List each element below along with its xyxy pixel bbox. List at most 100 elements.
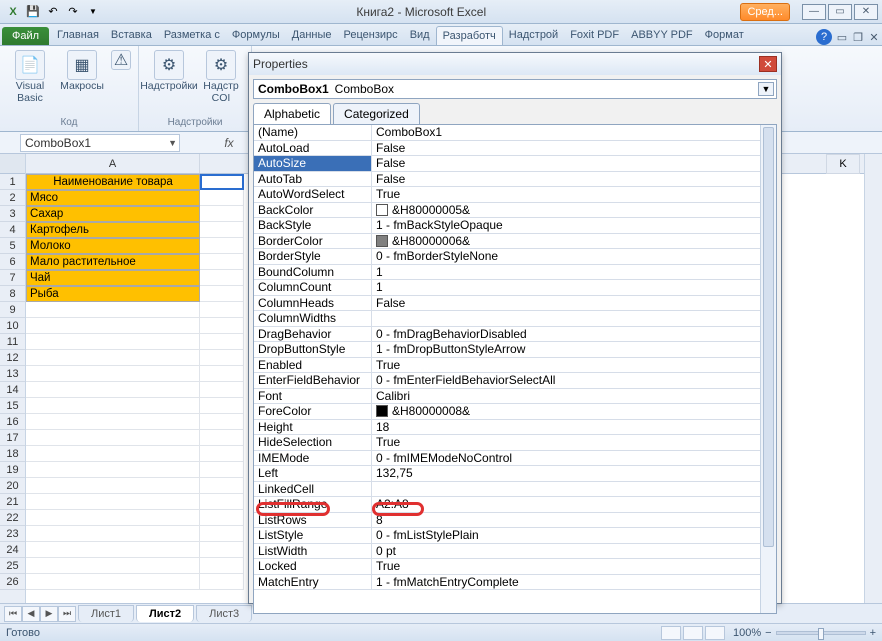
row-header[interactable]: 12: [0, 350, 25, 366]
undo-icon[interactable]: ↶: [44, 3, 62, 21]
row-header[interactable]: 20: [0, 478, 25, 494]
view-normal-button[interactable]: [661, 626, 681, 640]
zoom-in-button[interactable]: +: [870, 627, 876, 639]
cell[interactable]: [200, 446, 244, 462]
row-header[interactable]: 15: [0, 398, 25, 414]
row-header[interactable]: 9: [0, 302, 25, 318]
cell[interactable]: [200, 270, 244, 286]
ribbon-tab[interactable]: Рецензирс: [338, 26, 404, 45]
cell[interactable]: [26, 558, 200, 574]
cell[interactable]: Чай: [26, 270, 200, 286]
cell[interactable]: Молоко: [26, 238, 200, 254]
cell[interactable]: [200, 430, 244, 446]
workbook-restore-icon[interactable]: ❐: [850, 29, 866, 45]
cell[interactable]: [200, 206, 244, 222]
col-header-K[interactable]: K: [826, 154, 860, 174]
property-row[interactable]: EnterFieldBehavior0 - fmEnterFieldBehavi…: [254, 373, 776, 389]
ribbon-tab[interactable]: Foxit PDF: [564, 26, 625, 45]
cell[interactable]: [26, 414, 200, 430]
cell[interactable]: Наименование товара: [26, 174, 200, 190]
row-header[interactable]: 17: [0, 430, 25, 446]
sheet-nav-button[interactable]: ◀: [22, 606, 40, 622]
properties-scrollbar[interactable]: [760, 125, 776, 613]
property-value[interactable]: &H80000005&: [372, 203, 776, 218]
redo-icon[interactable]: ↷: [64, 3, 82, 21]
property-value[interactable]: 0 - fmListStylePlain: [372, 528, 776, 543]
property-row[interactable]: LockedTrue: [254, 559, 776, 575]
row-header[interactable]: 18: [0, 446, 25, 462]
ribbon-tab[interactable]: Главная: [51, 26, 105, 45]
cell[interactable]: Картофель: [26, 222, 200, 238]
name-box[interactable]: ComboBox1▼: [20, 134, 180, 152]
cell[interactable]: [200, 414, 244, 430]
sheet-nav-button[interactable]: ⏮: [4, 606, 22, 622]
tab-alphabetic[interactable]: Alphabetic: [253, 103, 331, 124]
cell[interactable]: [26, 350, 200, 366]
property-value[interactable]: 8: [372, 513, 776, 528]
property-value[interactable]: 132,75: [372, 466, 776, 481]
cell[interactable]: [26, 526, 200, 542]
cell[interactable]: [26, 494, 200, 510]
row-header[interactable]: 10: [0, 318, 25, 334]
property-value[interactable]: 18: [372, 420, 776, 435]
property-value[interactable]: &H80000006&: [372, 234, 776, 249]
cell[interactable]: [26, 542, 200, 558]
cell[interactable]: [200, 174, 244, 190]
property-row[interactable]: FontCalibri: [254, 389, 776, 405]
property-value[interactable]: True: [372, 358, 776, 373]
cell[interactable]: [200, 382, 244, 398]
ribbon-tab[interactable]: ABBYY PDF: [625, 26, 699, 45]
property-row[interactable]: AutoLoadFalse: [254, 141, 776, 157]
row-header[interactable]: 26: [0, 574, 25, 590]
sheet-nav-button[interactable]: ⏭: [58, 606, 76, 622]
cell[interactable]: Рыба: [26, 286, 200, 302]
row-header[interactable]: 22: [0, 510, 25, 526]
cell[interactable]: [200, 478, 244, 494]
tab-categorized[interactable]: Categorized: [333, 103, 420, 124]
row-header[interactable]: 16: [0, 414, 25, 430]
cell[interactable]: [200, 302, 244, 318]
property-value[interactable]: 0 - fmEnterFieldBehaviorSelectAll: [372, 373, 776, 388]
ribbon-tab[interactable]: Разработч: [436, 26, 503, 45]
row-header[interactable]: 21: [0, 494, 25, 510]
macros-button[interactable]: ▦Макросы: [58, 48, 106, 104]
property-value[interactable]: 1: [372, 265, 776, 280]
fx-icon[interactable]: fx: [220, 136, 238, 150]
cell[interactable]: [200, 286, 244, 302]
cell[interactable]: [200, 366, 244, 382]
ribbon-tab[interactable]: Вид: [404, 26, 436, 45]
property-value[interactable]: [372, 311, 776, 326]
cell[interactable]: [26, 302, 200, 318]
property-value[interactable]: False: [372, 296, 776, 311]
addin-pill[interactable]: Сред...: [740, 3, 790, 21]
cell[interactable]: [200, 318, 244, 334]
property-value[interactable]: False▼: [372, 156, 776, 171]
sheet-tab[interactable]: Лист3: [196, 605, 252, 622]
property-row[interactable]: IMEMode0 - fmIMEModeNoControl: [254, 451, 776, 467]
row-header[interactable]: 11: [0, 334, 25, 350]
property-row[interactable]: BorderColor&H80000006&: [254, 234, 776, 250]
cell[interactable]: [26, 318, 200, 334]
sheet-tab[interactable]: Лист1: [78, 605, 134, 622]
view-layout-button[interactable]: [683, 626, 703, 640]
row-header[interactable]: 4: [0, 222, 25, 238]
row-header[interactable]: 5: [0, 238, 25, 254]
property-row[interactable]: HideSelectionTrue: [254, 435, 776, 451]
row-header[interactable]: 1: [0, 174, 25, 190]
property-row[interactable]: BackColor&H80000005&: [254, 203, 776, 219]
view-pagebreak-button[interactable]: [705, 626, 725, 640]
row-header[interactable]: 2: [0, 190, 25, 206]
cell[interactable]: [200, 350, 244, 366]
properties-window[interactable]: Properties ✕ ComboBox1ComboBox ▼ Alphabe…: [248, 52, 782, 604]
property-row[interactable]: AutoSizeFalse▼: [254, 156, 776, 172]
property-value[interactable]: True: [372, 435, 776, 450]
property-value[interactable]: A2:A8: [372, 497, 776, 512]
property-value[interactable]: [372, 482, 776, 497]
cell[interactable]: [200, 558, 244, 574]
ribbon-tab[interactable]: Вставка: [105, 26, 158, 45]
property-value[interactable]: False: [372, 172, 776, 187]
property-row[interactable]: AutoWordSelectTrue: [254, 187, 776, 203]
com-addins-button[interactable]: ⚙Надстр COI: [197, 48, 245, 104]
cell[interactable]: [26, 366, 200, 382]
cell[interactable]: [200, 510, 244, 526]
